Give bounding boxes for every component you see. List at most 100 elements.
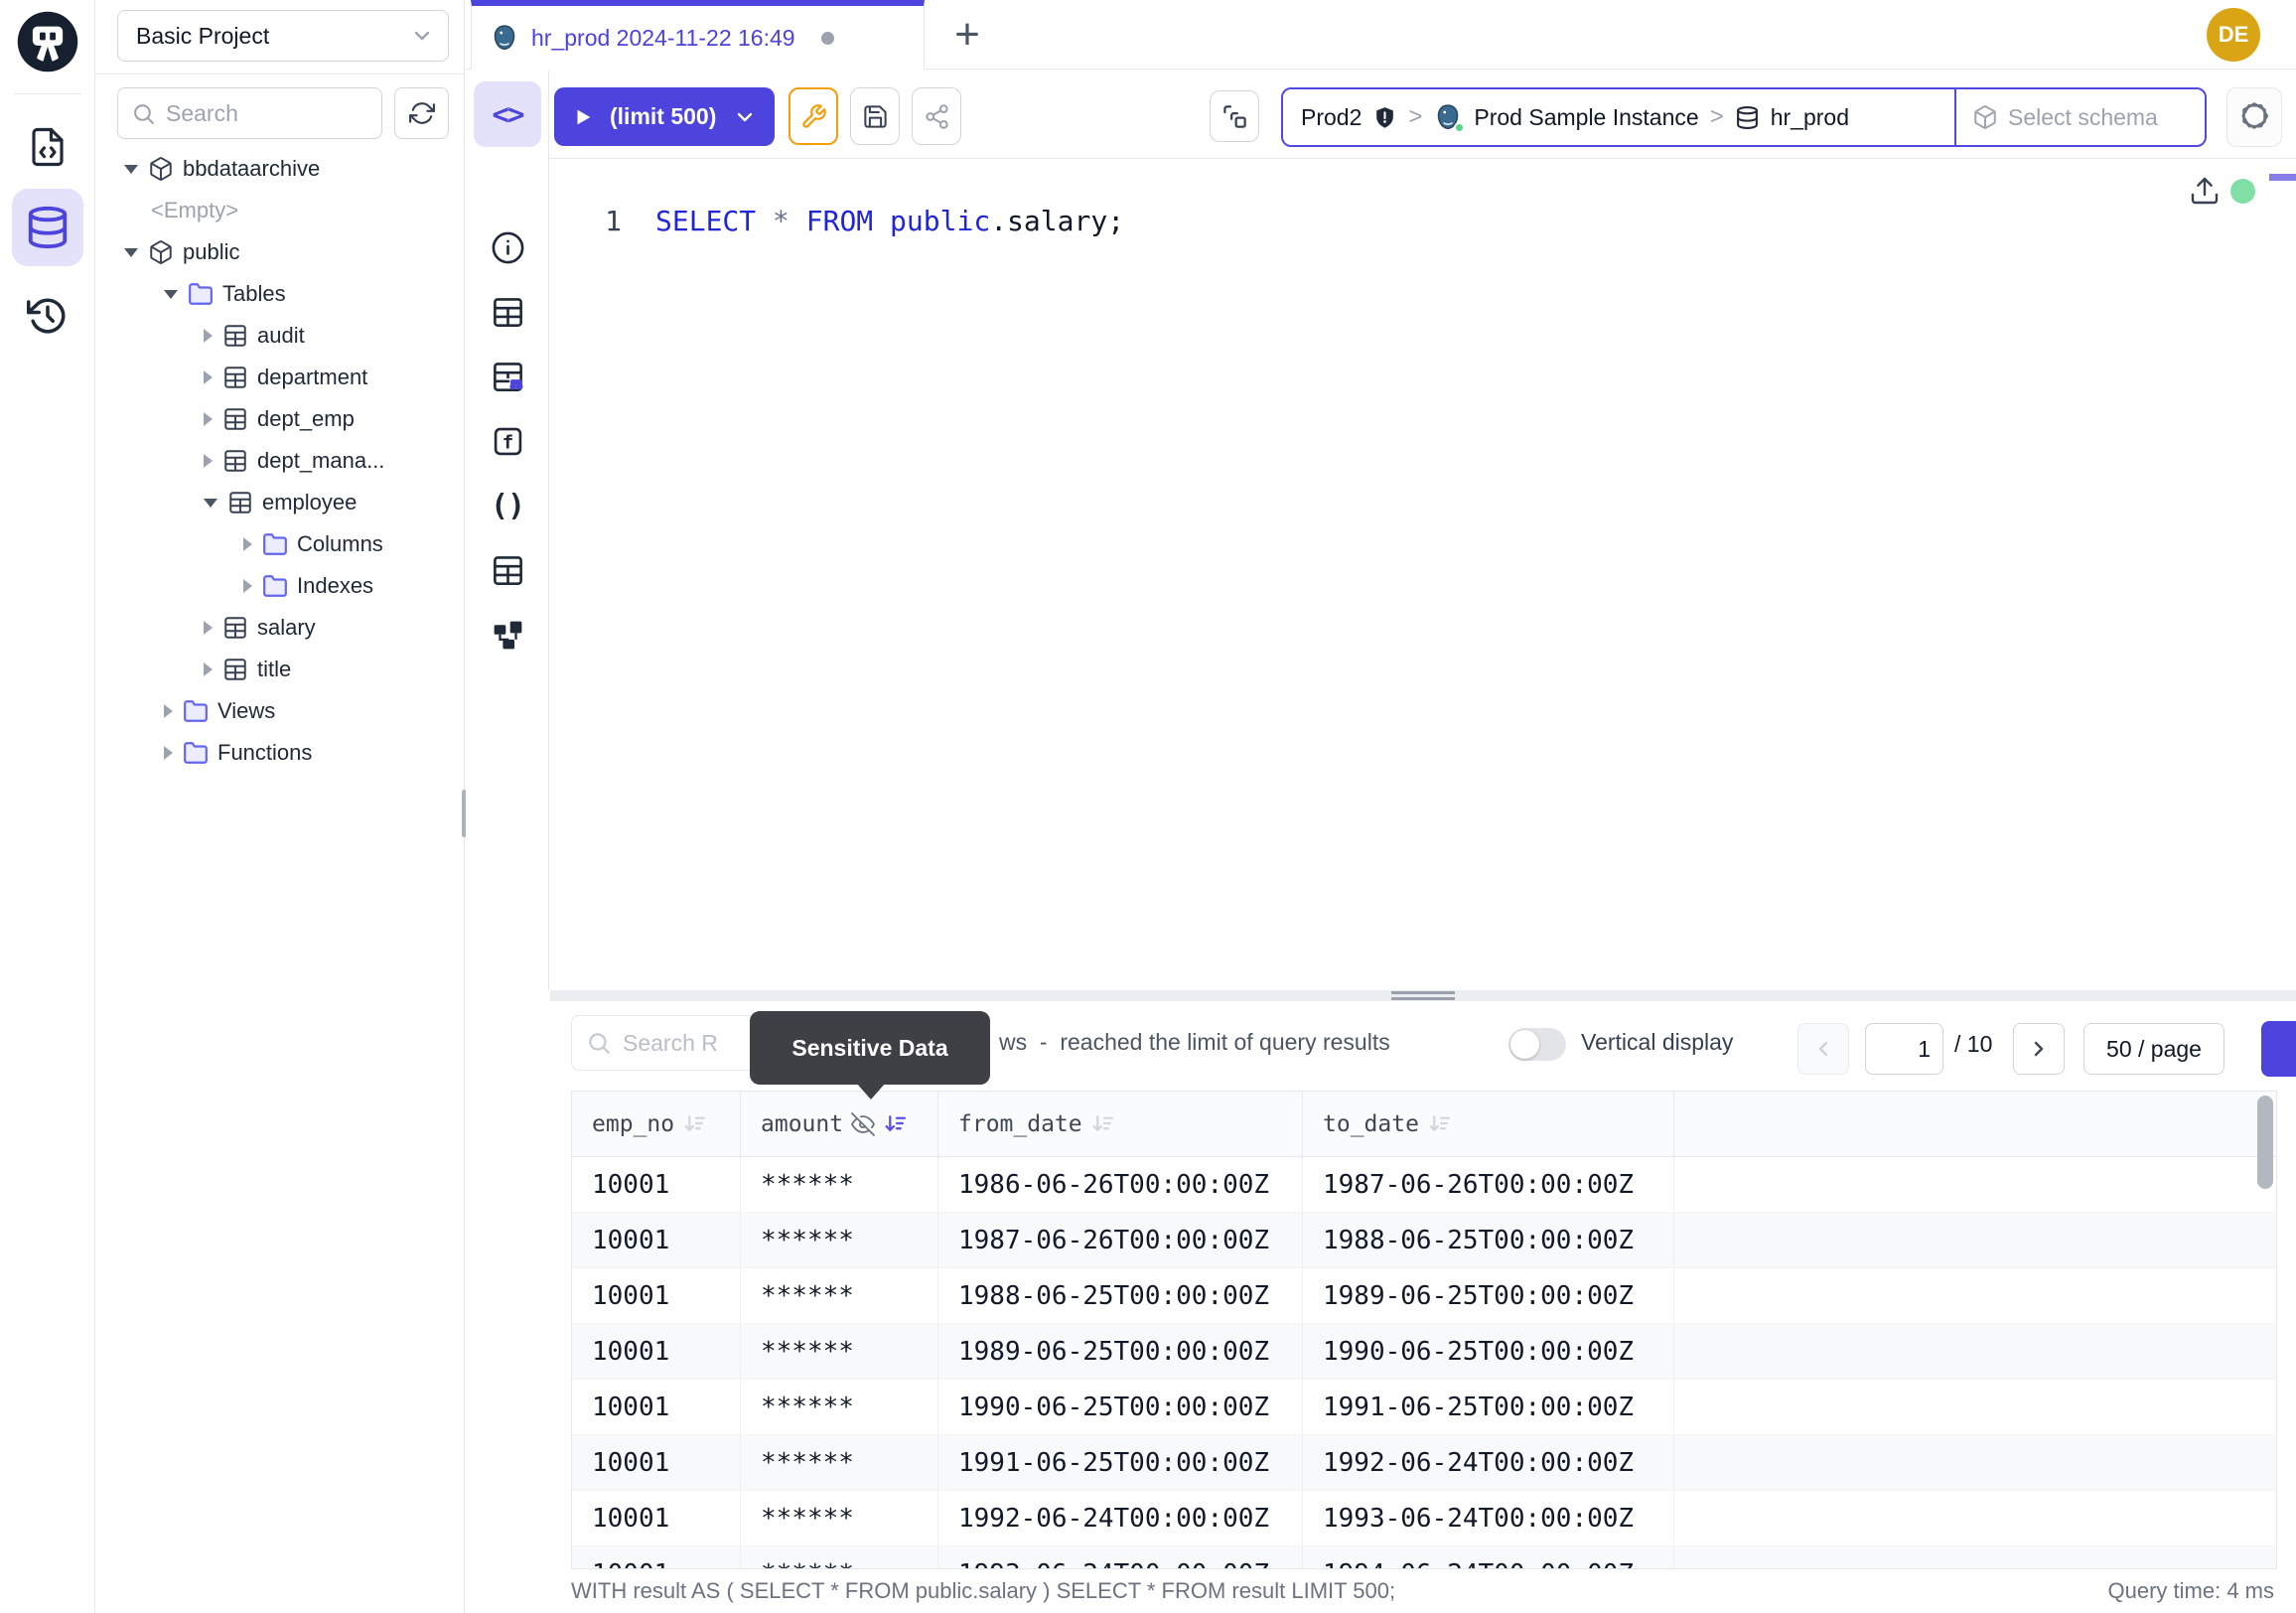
table-cell[interactable]: 10001 bbox=[572, 1380, 741, 1434]
tree-item-views[interactable]: Views bbox=[95, 690, 464, 732]
sql-editor[interactable]: 1 SELECT * FROM public.salary; bbox=[550, 160, 2296, 990]
chevron-down-icon[interactable] bbox=[733, 105, 757, 129]
strip-item-tables[interactable] bbox=[466, 280, 549, 345]
sort-icon[interactable] bbox=[883, 1111, 908, 1136]
caret-right-icon[interactable] bbox=[204, 662, 213, 676]
table-row[interactable]: 10001******1988-06-25T00:00:00Z1989-06-2… bbox=[572, 1268, 2276, 1324]
prev-page-button[interactable] bbox=[1797, 1023, 1849, 1075]
strip-item-external-tables[interactable] bbox=[466, 538, 549, 603]
strip-item-procedures[interactable]: () bbox=[466, 474, 549, 538]
caret-right-icon[interactable] bbox=[164, 704, 173, 718]
table-cell[interactable]: ****** bbox=[741, 1324, 938, 1379]
vertical-display-toggle[interactable] bbox=[1508, 1028, 1566, 1061]
table-cell[interactable]: ****** bbox=[741, 1380, 938, 1434]
table-cell[interactable]: 1991-06-25T00:00:00Z bbox=[1303, 1380, 1674, 1434]
strip-item-sql-editor[interactable]: <> bbox=[474, 81, 541, 147]
table-row[interactable]: 10001******1992-06-24T00:00:00Z1993-06-2… bbox=[572, 1491, 2276, 1546]
table-cell[interactable]: 1987-06-26T00:00:00Z bbox=[938, 1213, 1303, 1267]
table-row[interactable]: 10001******1987-06-26T00:00:00Z1988-06-2… bbox=[572, 1213, 2276, 1268]
tree-item-public[interactable]: public bbox=[95, 231, 464, 273]
rail-item-databases[interactable] bbox=[12, 189, 83, 266]
table-cell[interactable]: 1986-06-26T00:00:00Z bbox=[938, 1157, 1303, 1212]
table-cell[interactable]: 10001 bbox=[572, 1491, 741, 1545]
column-header-to_date[interactable]: to_date bbox=[1303, 1092, 1674, 1156]
upload-icon[interactable] bbox=[2189, 175, 2221, 207]
table-cell[interactable]: 1989-06-25T00:00:00Z bbox=[938, 1324, 1303, 1379]
tree-item-dept-mana[interactable]: dept_mana... bbox=[95, 440, 464, 482]
table-row[interactable]: 10001******1989-06-25T00:00:00Z1990-06-2… bbox=[572, 1324, 2276, 1380]
panel-splitter[interactable] bbox=[550, 990, 2296, 1001]
strip-item-schema-diagram[interactable] bbox=[466, 603, 549, 667]
table-cell[interactable]: 10001 bbox=[572, 1324, 741, 1379]
tree-item-employee[interactable]: employee bbox=[95, 482, 464, 523]
caret-right-icon[interactable] bbox=[164, 746, 173, 760]
tree-item-columns[interactable]: Columns bbox=[95, 523, 464, 565]
table-cell[interactable]: 1994-06-24T00:00:00Z bbox=[1303, 1546, 1674, 1569]
table-cell[interactable]: ****** bbox=[741, 1546, 938, 1569]
page-size-select[interactable]: 50 / page bbox=[2083, 1023, 2224, 1075]
page-number-input[interactable]: 1 bbox=[1865, 1023, 1943, 1075]
batch-mode-button[interactable] bbox=[1210, 90, 1259, 142]
tab-worksheet[interactable]: hr_prod 2024-11-22 16:49 bbox=[471, 0, 925, 70]
tree-item-department[interactable]: department bbox=[95, 357, 464, 398]
strip-item-functions[interactable] bbox=[466, 409, 549, 474]
column-header-from_date[interactable]: from_date bbox=[938, 1092, 1303, 1156]
caret-right-icon[interactable] bbox=[204, 329, 213, 343]
table-row[interactable]: 10001******1991-06-25T00:00:00Z1992-06-2… bbox=[572, 1435, 2276, 1491]
next-page-button[interactable] bbox=[2013, 1023, 2065, 1075]
tree-item-functions[interactable]: Functions bbox=[95, 732, 464, 774]
table-cell[interactable]: 10001 bbox=[572, 1157, 741, 1212]
sort-icon[interactable] bbox=[682, 1111, 707, 1136]
table-row[interactable]: 10001******1990-06-25T00:00:00Z1991-06-2… bbox=[572, 1380, 2276, 1435]
table-row[interactable]: 10001******1986-06-26T00:00:00Z1987-06-2… bbox=[572, 1157, 2276, 1213]
table-cell[interactable]: ****** bbox=[741, 1268, 938, 1323]
sort-icon[interactable] bbox=[1427, 1111, 1452, 1136]
caret-right-icon[interactable] bbox=[243, 537, 252, 551]
strip-item-info[interactable] bbox=[466, 216, 549, 280]
tree-item-title[interactable]: title bbox=[95, 649, 464, 690]
tree-item-audit[interactable]: audit bbox=[95, 315, 464, 357]
table-cell[interactable]: 1988-06-25T00:00:00Z bbox=[1303, 1213, 1674, 1267]
caret-right-icon[interactable] bbox=[204, 412, 213, 426]
caret-down-icon[interactable] bbox=[204, 499, 217, 508]
caret-right-icon[interactable] bbox=[243, 579, 252, 593]
save-button[interactable] bbox=[850, 87, 900, 145]
caret-down-icon[interactable] bbox=[124, 165, 138, 174]
table-cell[interactable]: 1989-06-25T00:00:00Z bbox=[1303, 1268, 1674, 1323]
refresh-button[interactable] bbox=[394, 87, 449, 139]
table-cell[interactable]: 1993-06-24T00:00:00Z bbox=[1303, 1491, 1674, 1545]
tree-item-dept-emp[interactable]: dept_emp bbox=[95, 398, 464, 440]
schema-select[interactable]: Select schema bbox=[1956, 89, 2174, 145]
table-cell[interactable]: 1992-06-24T00:00:00Z bbox=[1303, 1435, 1674, 1490]
table-cell[interactable]: ****** bbox=[741, 1491, 938, 1545]
table-cell[interactable]: 1992-06-24T00:00:00Z bbox=[938, 1491, 1303, 1545]
column-header-amount[interactable]: amount bbox=[741, 1092, 938, 1156]
rail-item-worksheet[interactable] bbox=[24, 123, 72, 171]
table-row[interactable]: 10001******1993-06-24T00:00:00Z1994-06-2… bbox=[572, 1546, 2276, 1569]
share-button[interactable] bbox=[912, 87, 961, 145]
table-cell[interactable]: 1990-06-25T00:00:00Z bbox=[938, 1380, 1303, 1434]
table-cell[interactable]: ****** bbox=[741, 1157, 938, 1212]
table-scrollbar[interactable] bbox=[2257, 1096, 2273, 1189]
export-button-partial[interactable] bbox=[2261, 1021, 2296, 1077]
table-cell[interactable]: ****** bbox=[741, 1435, 938, 1490]
table-cell[interactable]: 1988-06-25T00:00:00Z bbox=[938, 1268, 1303, 1323]
table-cell[interactable]: 1993-06-24T00:00:00Z bbox=[938, 1546, 1303, 1569]
caret-right-icon[interactable] bbox=[204, 370, 213, 384]
caret-right-icon[interactable] bbox=[204, 621, 213, 635]
caret-down-icon[interactable] bbox=[164, 290, 178, 299]
connection-context[interactable]: Prod2 > Prod Sample Instance > hr_prod bbox=[1283, 89, 1954, 145]
table-cell[interactable]: 1991-06-25T00:00:00Z bbox=[938, 1435, 1303, 1490]
table-cell[interactable]: 10001 bbox=[572, 1435, 741, 1490]
project-select[interactable]: Basic Project bbox=[117, 10, 449, 62]
table-cell[interactable]: 1990-06-25T00:00:00Z bbox=[1303, 1324, 1674, 1379]
search-input[interactable]: Search bbox=[117, 87, 382, 139]
avatar[interactable]: DE bbox=[2207, 8, 2260, 62]
sort-icon[interactable] bbox=[1090, 1111, 1115, 1136]
caret-down-icon[interactable] bbox=[124, 248, 138, 257]
new-tab-button[interactable]: + bbox=[940, 8, 994, 62]
run-query-button[interactable]: (limit 500) bbox=[554, 87, 775, 146]
table-cell[interactable]: 1987-06-26T00:00:00Z bbox=[1303, 1157, 1674, 1212]
column-header-emp_no[interactable]: emp_no bbox=[572, 1092, 741, 1156]
tree-item-tables[interactable]: Tables bbox=[95, 273, 464, 315]
